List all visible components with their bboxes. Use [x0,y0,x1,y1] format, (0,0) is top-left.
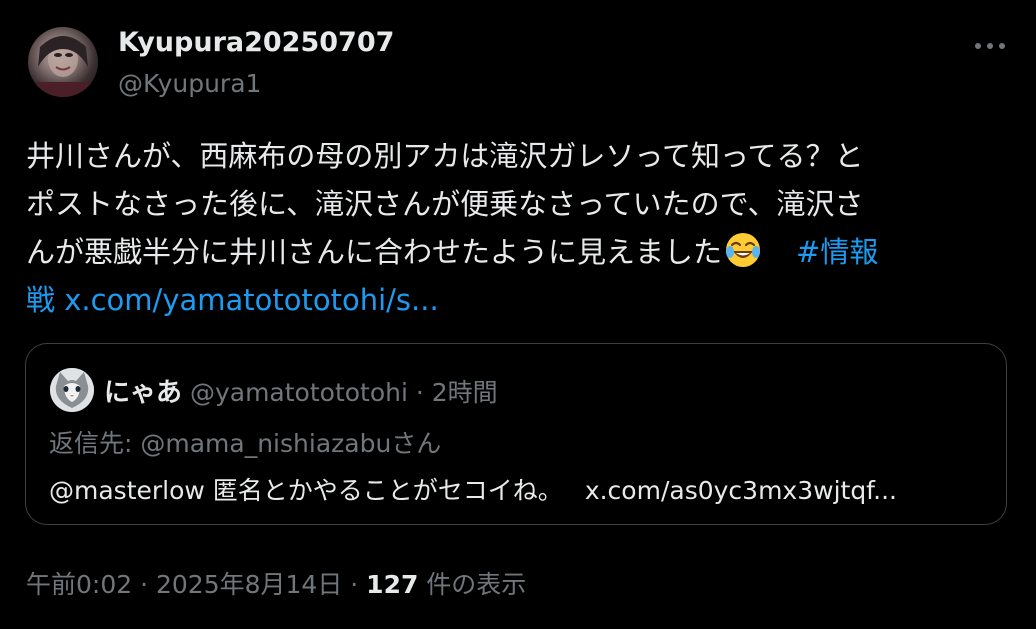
quote-mention: @masterlow [49,476,205,505]
quote-separator: · [407,378,432,407]
quote-body-text: 匿名とかやることがセコイね。 [204,476,563,505]
hashtag-link-continued[interactable]: 戦 [26,283,55,317]
more-dot [999,43,1005,49]
tweet-text-segment: んが悪戯半分に井川さんに合わせたように見えました [26,235,723,269]
tweet-text-line: 戦 x.com/yamatotototohi/s... [26,276,1016,324]
more-dot [987,43,993,49]
tweet-time[interactable]: 午前0:02 [26,570,132,599]
tweet: Kyupura20250707 @Kyupura1 井川さんが、西麻布の母の別ア… [0,0,1036,629]
tweet-text-line: ポストなさった後に、滝沢さんが便乗なさっていたので、滝沢さ [26,187,864,221]
face-with-tears-of-joy-icon [724,231,762,269]
reply-to-label: 返信先: @mama_nishiazabuさん [49,429,442,458]
tweet-text: 井川さんが、西麻布の母の別アカは滝沢ガレソって知ってる？と ポストなさった後に、… [26,132,1016,324]
tweet-footer: 午前0:02 · 2025年8月14日 · 127 件の表示 [26,565,526,601]
quote-author-handle[interactable]: @yamatotototohi [190,378,408,407]
views-label[interactable]: 件の表示 [418,570,526,599]
author-display-name[interactable]: Kyupura20250707 [118,27,394,58]
author-avatar[interactable] [28,27,98,97]
quote-header: にゃあ @yamatotototohi · 2時間 [104,372,498,409]
quote-author-avatar[interactable] [50,368,94,412]
views-count[interactable]: 127 [366,570,418,599]
more-horizontal-icon [975,43,981,49]
author-handle[interactable]: @Kyupura1 [118,69,261,98]
tweet-text-line: 井川さんが、西麻布の母の別アカは滝沢ガレソって知ってる？と [26,139,864,173]
quote-body: @masterlow 匿名とかやることがセコイね。 x.com/as0yc3mx3… [49,471,897,507]
quoted-tweet-card[interactable]: にゃあ @yamatotototohi · 2時間 返信先: @mama_nis… [25,343,1007,525]
quote-url-link: x.com/as0yc3mx3wjtqf... [584,476,898,505]
tweet-text-line: んが悪戯半分に井川さんに合わせたように見えました #情報 [26,228,1016,276]
quote-author-name[interactable]: にゃあ [104,378,182,408]
footer-separator: · [342,570,367,599]
footer-separator: · [132,570,156,599]
quote-timestamp[interactable]: 2時間 [432,378,498,407]
tweet-date[interactable]: 2025年8月14日 [156,570,342,599]
more-options-button[interactable] [968,30,1012,62]
tweet-url-link[interactable]: x.com/yamatotototohi/s... [64,283,438,317]
hashtag-link[interactable]: #情報 [796,235,878,269]
